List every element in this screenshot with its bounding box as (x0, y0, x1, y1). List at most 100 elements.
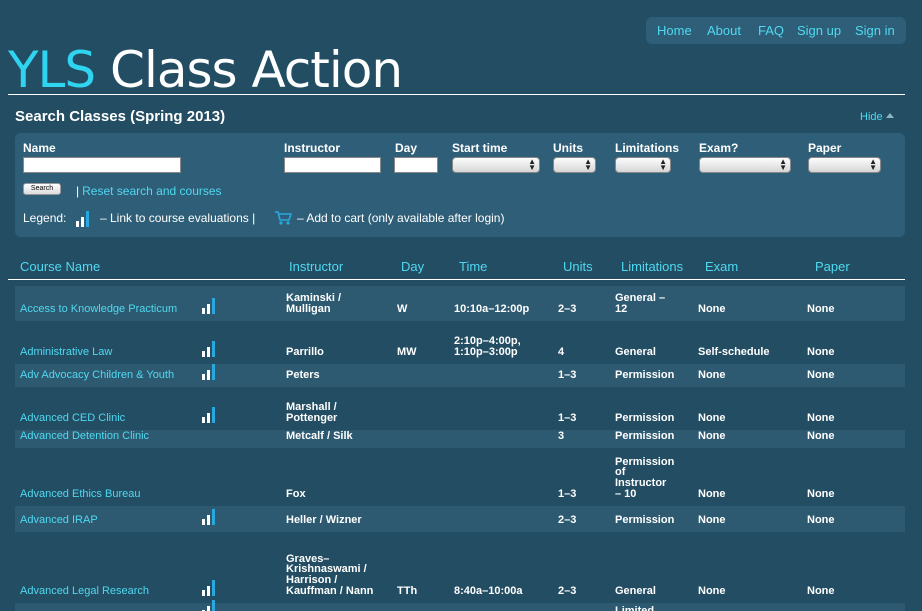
units-cell: 2–3 (558, 585, 577, 597)
evaluation-bars-icon[interactable] (201, 405, 219, 423)
course-name-link[interactable]: Advanced IRAP (20, 515, 98, 526)
paper-cell: None (807, 585, 835, 597)
time-cell: 10:10a–12:00p (454, 303, 530, 315)
evaluation-bars-icon[interactable] (201, 598, 219, 611)
units-label: Units (553, 141, 583, 155)
column-header-units[interactable]: Units (563, 259, 593, 274)
column-header-day[interactable]: Day (401, 259, 424, 274)
paper-select[interactable]: ▲ ▼ (808, 157, 881, 173)
limitations-cell: Limited (615, 605, 655, 611)
select-arrows-icon: ▲ ▼ (584, 157, 592, 172)
units-cell: 2–3 (558, 514, 577, 526)
column-header-paper[interactable]: Paper (815, 259, 850, 274)
day-cell: MW (397, 346, 417, 358)
search-section-title: Search Classes (Spring 2013) (15, 108, 226, 125)
table-row: Access to Knowledge Practicum Kaminski / M… (15, 286, 905, 321)
table-row: Advanced Ethics Bureau Fox 1–3 Permission of… (15, 448, 905, 506)
legend-eval-text: – Link to course evaluations | (100, 211, 256, 225)
paper-cell: None (807, 488, 835, 500)
limitations-cell: General (615, 585, 656, 597)
paper-cell: None (807, 412, 835, 424)
column-header-instructor[interactable]: Instructor (289, 259, 343, 274)
units-cell: 1–3 (558, 412, 577, 424)
units-cell: 1–3 (558, 369, 577, 381)
evaluation-bars-icon[interactable] (201, 339, 219, 357)
instructor-cell: Mulligan (286, 303, 331, 315)
course-name-link[interactable]: Advanced Legal Research (20, 586, 149, 597)
exam-cell: None (698, 488, 726, 500)
units-cell: 1–3 (558, 488, 577, 500)
limitations-cell: Permission (615, 369, 675, 381)
search-button[interactable]: Search (23, 183, 61, 195)
header-divider (8, 94, 905, 95)
paper-cell: None (807, 430, 835, 442)
paper-cell: None (807, 346, 835, 358)
day-search-input[interactable] (394, 157, 438, 173)
reset-separator: | (76, 184, 80, 198)
units-cell: 4 (558, 346, 565, 358)
column-header-limitations[interactable]: Limitations (621, 259, 683, 274)
site-logo[interactable]: YLS Class Action (8, 40, 403, 100)
instructor-cell: Peters (286, 369, 320, 381)
nav-signin-link[interactable]: Sign in (855, 23, 895, 38)
evaluation-bars-icon[interactable] (201, 578, 219, 596)
course-name-link[interactable]: Access to Knowledge Practicum (20, 304, 177, 315)
exam-cell: None (698, 369, 726, 381)
limitations-cell: Permission (615, 430, 675, 442)
instructor-cell: Fox (286, 488, 306, 500)
name-label: Name (23, 141, 56, 155)
limitations-select[interactable]: ▲ ▼ (615, 157, 671, 173)
evaluation-bars-icon[interactable] (201, 296, 219, 314)
select-arrows-icon: ▲ ▼ (779, 157, 787, 172)
cart-icon (275, 211, 292, 225)
time-cell: 1:10p–3:00p (454, 346, 518, 358)
logo-class-action: Class Action (95, 41, 403, 99)
nav-signup-link[interactable]: Sign up (797, 23, 841, 38)
evaluation-bars-icon[interactable] (201, 362, 219, 380)
nav-about-link[interactable]: About (707, 23, 741, 38)
time-cell: 8:40a–10:00a (454, 585, 523, 597)
table-row: Advanced CED Clinic Marshall / Pottenger 1–… (15, 387, 905, 430)
course-name-link[interactable]: Adv Advocacy Children & Youth (20, 370, 174, 381)
paper-cell: None (807, 514, 835, 526)
exam-select[interactable]: ▲ ▼ (699, 157, 791, 173)
paper-cell: None (807, 369, 835, 381)
exam-cell: None (698, 514, 726, 526)
evaluation-bars-icon (75, 209, 93, 227)
instructor-cell: Pottenger (286, 412, 338, 424)
limitations-cell: Permission (615, 412, 675, 424)
course-name-link[interactable]: Advanced Detention Clinic (20, 431, 149, 442)
table-row: Advanced IRAP Heller / Wizner 2–3 Permissio… (15, 506, 905, 532)
course-name-link[interactable]: Administrative Law (20, 347, 112, 358)
select-arrows-icon: ▲ ▼ (659, 157, 667, 172)
start-time-select[interactable]: ▲ ▼ (452, 157, 540, 173)
nav-faq-link[interactable]: FAQ (758, 23, 784, 38)
start-time-label: Start time (452, 141, 508, 155)
legend: Legend: (23, 211, 66, 225)
day-cell: W (397, 303, 408, 315)
name-search-input[interactable] (23, 157, 181, 173)
course-name-link[interactable]: Advanced Ethics Bureau (20, 489, 140, 500)
table-row: Advanced Detention Clinic Metcalf / Silk 3… (15, 430, 905, 448)
column-header-time[interactable]: Time (459, 259, 487, 274)
instructor-search-input[interactable] (284, 157, 381, 173)
exam-label: Exam? (699, 141, 739, 155)
exam-cell: None (698, 585, 726, 597)
course-name-link[interactable]: Advanced CED Clinic (20, 413, 125, 424)
column-header-course-name[interactable]: Course Name (20, 259, 100, 274)
hide-label: Hide (860, 111, 883, 123)
hide-search-toggle[interactable]: Hide (860, 111, 894, 123)
day-label: Day (395, 141, 418, 155)
instructor-cell: Kauffman / Nann (286, 585, 374, 597)
exam-cell: None (698, 430, 726, 442)
limitations-cell: Permission (615, 514, 675, 526)
table-header-divider (8, 279, 905, 280)
evaluation-bars-icon[interactable] (201, 507, 219, 525)
column-header-exam[interactable]: Exam (705, 259, 738, 274)
instructor-cell: Parrillo (286, 346, 324, 358)
nav-home-link[interactable]: Home (657, 23, 692, 38)
collapse-triangle-icon (885, 113, 894, 118)
reset-search-link[interactable]: | Reset search and courses (76, 184, 222, 198)
units-select[interactable]: ▲ ▼ (553, 157, 596, 173)
select-arrows-icon: ▲ ▼ (528, 157, 536, 172)
